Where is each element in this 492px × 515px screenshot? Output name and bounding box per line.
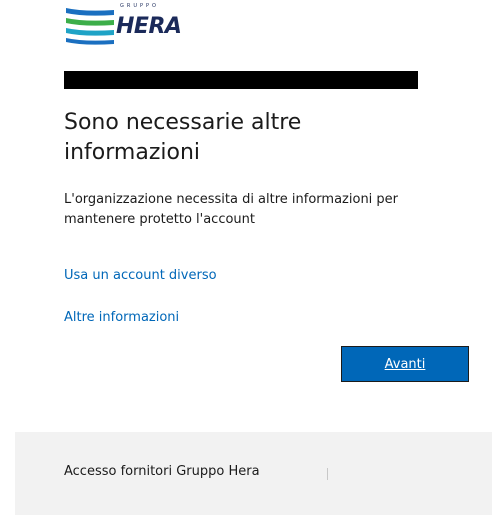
more-info-link[interactable]: Altre informazioni xyxy=(64,310,179,325)
footer-separator xyxy=(327,468,328,480)
sign-in-page: GRUPPO HERA Sono necessarie altre inform… xyxy=(0,0,492,515)
logo-brand-text: HERA xyxy=(116,14,182,39)
footer: Accesso fornitori Gruppo Hera xyxy=(15,432,492,515)
redacted-account-name xyxy=(64,71,418,89)
next-button[interactable]: Avanti xyxy=(341,346,469,382)
hera-logo-waves-icon xyxy=(66,8,114,45)
use-other-account-link[interactable]: Usa un account diverso xyxy=(64,268,217,283)
logo-group-text: GRUPPO xyxy=(120,3,159,9)
hera-logo: GRUPPO HERA xyxy=(64,0,184,48)
footer-text: Accesso fornitori Gruppo Hera xyxy=(64,464,260,479)
page-description: L'organizzazione necessita di altre info… xyxy=(64,192,399,227)
page-title: Sono necessarie altre informazioni xyxy=(64,110,302,165)
